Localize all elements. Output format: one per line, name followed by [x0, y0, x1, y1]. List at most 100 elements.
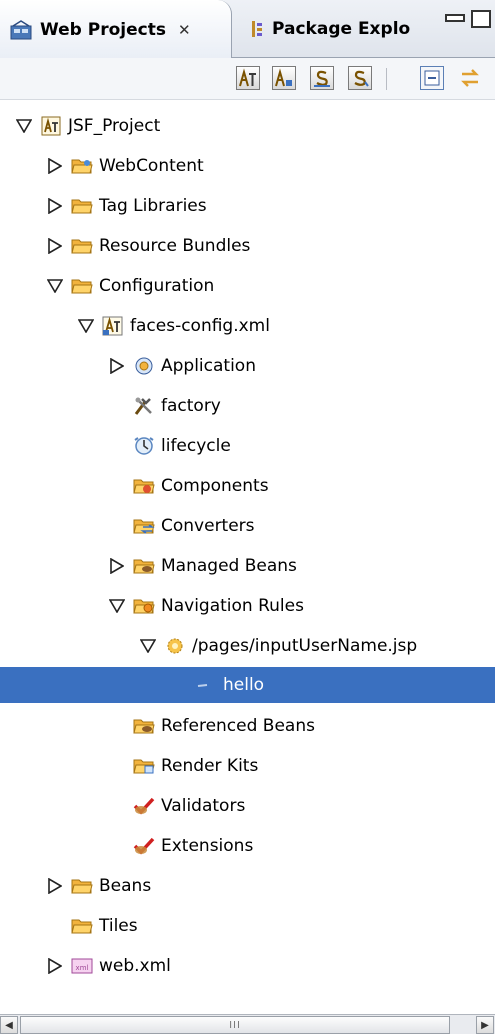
renderkit-folder-icon: [133, 756, 155, 776]
tree-item[interactable]: Converters: [0, 507, 495, 545]
collapse-all-icon[interactable]: [420, 66, 444, 90]
expanded-twisty-icon[interactable]: [76, 316, 96, 336]
view-tab-bar: Web Projects ✕ Package Explo: [0, 0, 495, 59]
tree-item[interactable]: hello: [0, 667, 495, 703]
svg-text:xml: xml: [76, 964, 89, 972]
tree-item[interactable]: Managed Beans: [0, 547, 495, 585]
tab-package-explorer[interactable]: Package Explo: [238, 0, 436, 58]
scroll-left-icon[interactable]: ◀: [0, 1016, 18, 1034]
tree-item[interactable]: Referenced Beans: [0, 707, 495, 745]
horizontal-scrollbar[interactable]: ◀ III ▶: [0, 1014, 495, 1034]
collapsed-twisty-icon[interactable]: [45, 956, 65, 976]
tree-item-label: Validators: [161, 796, 246, 816]
tree-item-label: Navigation Rules: [161, 596, 304, 616]
expanded-twisty-icon[interactable]: [45, 276, 65, 296]
tree-item-label: /pages/inputUserName.jsp: [192, 636, 418, 656]
tree-item[interactable]: Application: [0, 347, 495, 385]
collapsed-twisty-icon[interactable]: [45, 236, 65, 256]
expanded-twisty-icon[interactable]: [107, 596, 127, 616]
tree-item[interactable]: Render Kits: [0, 747, 495, 785]
tree-item[interactable]: Tag Libraries: [0, 187, 495, 225]
validators-check-icon: [133, 836, 155, 856]
tree-item[interactable]: WebContent: [0, 147, 495, 185]
folder-icon: [71, 916, 93, 936]
link-with-editor-icon[interactable]: [458, 66, 482, 90]
tree-item-label: Configuration: [99, 276, 215, 296]
collapsed-twisty-icon[interactable]: [45, 876, 65, 896]
tab-web-projects[interactable]: Web Projects ✕: [0, 0, 232, 59]
tree-item[interactable]: Resource Bundles: [0, 227, 495, 265]
tree-item[interactable]: JSF_Project: [0, 107, 495, 145]
view-controls: [445, 10, 491, 28]
s-icon-2[interactable]: [348, 66, 372, 90]
project-icon-1[interactable]: [236, 66, 260, 90]
twisty-placeholder: [107, 436, 127, 456]
tree-item[interactable]: xml web.xml: [0, 947, 495, 985]
tree-item[interactable]: Navigation Rules: [0, 587, 495, 625]
folder-icon: [71, 876, 93, 896]
tree-item-label: lifecycle: [161, 436, 231, 456]
tree-item-label: JSF_Project: [68, 116, 161, 136]
tab-web-projects-label: Web Projects: [40, 19, 166, 40]
collapsed-twisty-icon[interactable]: [107, 556, 127, 576]
tree-item-label: faces-config.xml: [130, 316, 270, 336]
tree-item[interactable]: Components: [0, 467, 495, 505]
tree-item-label: Referenced Beans: [161, 716, 315, 736]
close-icon[interactable]: ✕: [178, 21, 191, 39]
tree-item-label: Components: [161, 476, 269, 496]
tree-item[interactable]: Configuration: [0, 267, 495, 305]
tree-item[interactable]: faces-config.xml: [0, 307, 495, 345]
tree-item-label: Tiles: [99, 916, 138, 936]
tree-item[interactable]: Extensions: [0, 827, 495, 865]
twisty-placeholder: [107, 476, 127, 496]
view-toolbar: [0, 58, 495, 100]
navigation-case-icon: [195, 675, 217, 695]
twisty-placeholder: [107, 396, 127, 416]
tree-item-label: Render Kits: [161, 756, 259, 776]
collapsed-twisty-icon[interactable]: [45, 156, 65, 176]
web-projects-icon: [10, 19, 32, 40]
tree-item[interactable]: Validators: [0, 787, 495, 825]
project-icon-2[interactable]: [272, 66, 296, 90]
tree-item-label: Tag Libraries: [99, 196, 207, 216]
minimize-icon[interactable]: [445, 14, 465, 22]
tree-item-label: Converters: [161, 516, 255, 536]
project-tree: JSF_Project WebContent Tag Libraries Resour…: [0, 100, 495, 990]
scroll-right-icon[interactable]: ▶: [476, 1016, 494, 1034]
collapsed-twisty-icon[interactable]: [45, 196, 65, 216]
twisty-placeholder: [107, 756, 127, 776]
converters-folder-icon: [133, 516, 155, 536]
beans-folder-icon: [133, 556, 155, 576]
tree-item-label: hello: [223, 675, 265, 695]
application-icon: [133, 356, 155, 376]
folder-icon: [71, 236, 93, 256]
s-icon-1[interactable]: [310, 66, 334, 90]
lifecycle-icon: [133, 436, 155, 456]
expanded-twisty-icon[interactable]: [138, 636, 158, 656]
tree-item-label: Application: [161, 356, 256, 376]
tree-item[interactable]: Tiles: [0, 907, 495, 945]
collapsed-twisty-icon[interactable]: [107, 356, 127, 376]
expanded-twisty-icon[interactable]: [14, 116, 34, 136]
toolbar-separator: [386, 68, 387, 90]
tree-item[interactable]: factory: [0, 387, 495, 425]
twisty-placeholder: [45, 916, 65, 936]
maximize-icon[interactable]: [471, 10, 491, 28]
tree-item-label: Resource Bundles: [99, 236, 251, 256]
tree-item[interactable]: /pages/inputUserName.jsp: [0, 627, 495, 665]
tree-item-label: WebContent: [99, 156, 204, 176]
jsf-project-icon: [40, 116, 62, 136]
folder-icon: [71, 276, 93, 296]
folder-icon: [71, 196, 93, 216]
faces-config-icon: [102, 316, 124, 336]
twisty-placeholder: [107, 716, 127, 736]
tree-item[interactable]: Beans: [0, 867, 495, 905]
tree-item-label: factory: [161, 396, 221, 416]
tree-item-label: Extensions: [161, 836, 254, 856]
tree-item[interactable]: lifecycle: [0, 427, 495, 465]
twisty-placeholder: [107, 796, 127, 816]
tree-item-label: Beans: [99, 876, 152, 896]
navigation-rule-icon: [164, 636, 186, 656]
scrollbar-thumb[interactable]: III: [20, 1016, 450, 1034]
tree-item-label: Managed Beans: [161, 556, 297, 576]
